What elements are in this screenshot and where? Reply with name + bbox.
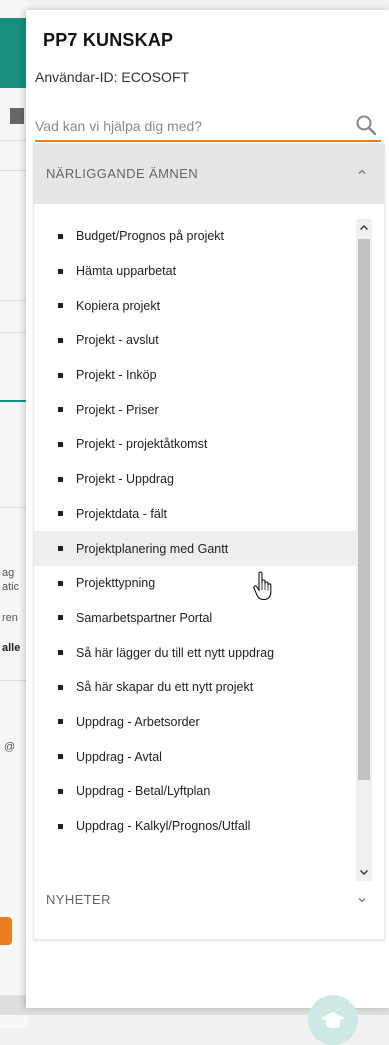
bullet-icon [58, 719, 63, 725]
topic-list-item[interactable]: Samarbetspartner Portal [34, 601, 356, 636]
topic-list-item[interactable]: Budget/Prognos på projekt [34, 219, 356, 254]
scroll-up-arrow-icon[interactable] [356, 219, 372, 237]
topic-list-item[interactable]: Projektplanering med Gantt [34, 531, 356, 566]
scrollbar-thumb[interactable] [358, 239, 370, 780]
bullet-icon [58, 407, 63, 413]
topic-link[interactable]: Projektdata - fält [76, 507, 167, 521]
background-orange-button [0, 917, 12, 945]
bullet-icon [58, 476, 63, 482]
bullet-icon [58, 303, 63, 309]
topics-card: NÄRLIGGANDE ÄMNEN Budget/Prognos på proj… [33, 143, 385, 940]
topic-list-item[interactable]: Så här skapar du ett nytt projekt [34, 670, 356, 705]
topic-list-item[interactable]: Uppdrag - Avtal [34, 739, 356, 774]
topic-link[interactable]: Projektplanering med Gantt [76, 542, 228, 556]
topic-list-item[interactable]: Så här lägger du till ett nytt uppdrag [34, 635, 356, 670]
related-topics-header[interactable]: NÄRLIGGANDE ÄMNEN [34, 144, 384, 204]
topic-list-item[interactable]: Projekt - projektåtkomst [34, 427, 356, 462]
search-box [35, 114, 381, 142]
news-section-title[interactable]: NYHETER [46, 892, 111, 907]
topic-list-item[interactable]: Projekttypning [34, 566, 356, 601]
topic-link[interactable]: Uppdrag - Arbetsorder [76, 715, 200, 729]
topic-list-item[interactable]: Projekt - Inköp [34, 358, 356, 393]
divider [0, 507, 28, 508]
topic-link[interactable]: Så här skapar du ett nytt projekt [76, 680, 253, 694]
bullet-icon [58, 441, 63, 447]
related-topics-title: NÄRLIGGANDE ÄMNEN [46, 166, 198, 181]
bullet-icon [58, 546, 63, 552]
topic-link[interactable]: Uppdrag - Betal/Lyftplan [76, 784, 210, 798]
topic-link[interactable]: Projekt - avslut [76, 333, 159, 347]
search-icon[interactable] [355, 114, 377, 136]
divider [0, 170, 28, 171]
background-text: alle [2, 642, 21, 654]
bullet-icon [58, 268, 63, 274]
background-header-bar [0, 18, 28, 88]
topic-link[interactable]: Budget/Prognos på projekt [76, 229, 224, 243]
related-topics-list-area: Budget/Prognos på projekt Hämta upparbeta… [34, 219, 384, 881]
bullet-icon [58, 684, 63, 690]
panel-title: PP7 KUNSKAP [43, 30, 174, 50]
scrollbar[interactable] [356, 219, 372, 881]
topic-link[interactable]: Projekt - Uppdrag [76, 472, 174, 486]
topic-list-item[interactable]: Uppdrag - Betal/Lyftplan [34, 774, 356, 809]
topic-link[interactable]: Så här lägger du till ett nytt uppdrag [76, 646, 274, 660]
topic-list-item[interactable]: Hämta upparbetat [34, 254, 356, 289]
topic-link[interactable]: Uppdrag - Avtal [76, 750, 162, 764]
divider [0, 300, 28, 301]
topic-list-item[interactable]: Uppdrag - Kalkyl/Prognos/Utfall [34, 809, 356, 844]
topic-link[interactable]: Hämta upparbetat [76, 264, 176, 278]
topic-list-item[interactable]: Projekt - Uppdrag [34, 462, 356, 497]
background-app: ag atic ren alle @ [0, 0, 28, 1028]
bullet-icon [58, 233, 63, 239]
topic-link[interactable]: Projekt - projektåtkomst [76, 437, 207, 451]
topic-list-item[interactable]: Kopiera projekt [34, 288, 356, 323]
topic-link[interactable]: Samarbetspartner Portal [76, 611, 212, 625]
chevron-up-icon[interactable] [356, 166, 368, 178]
search-input[interactable] [35, 116, 335, 136]
bullet-icon [58, 511, 63, 517]
topic-link[interactable]: Projekt - Inköp [76, 368, 157, 382]
topic-link[interactable]: Kopiera projekt [76, 299, 160, 313]
bullet-icon [58, 580, 63, 586]
bullet-icon [58, 650, 63, 656]
bullet-icon [58, 615, 63, 621]
divider [0, 400, 28, 402]
topic-link[interactable]: Projekt - Priser [76, 403, 159, 417]
topic-list-item[interactable]: Projekt - avslut [34, 323, 356, 358]
document-icon [10, 108, 24, 124]
bullet-icon [58, 337, 63, 343]
bullet-icon [58, 754, 63, 760]
background-text: @ [4, 741, 16, 753]
topic-list-item[interactable]: Projektdata - fält [34, 497, 356, 532]
hand-pointer-icon [253, 571, 272, 601]
scroll-down-arrow-icon[interactable] [356, 863, 372, 881]
background-text: ren [2, 612, 18, 624]
help-launcher-button[interactable] [308, 995, 358, 1045]
divider [0, 140, 28, 141]
graduation-cap-icon [321, 1012, 345, 1028]
related-topics-list: Budget/Prognos på projekt Hämta upparbeta… [34, 219, 356, 843]
chevron-down-icon[interactable] [356, 894, 368, 906]
user-id-label: Användar-ID: ECOSOFT [35, 69, 190, 85]
topic-link[interactable]: Projekttypning [76, 576, 155, 590]
bullet-icon [58, 372, 63, 378]
bullet-icon [58, 823, 63, 829]
divider [0, 332, 28, 333]
bullet-icon [58, 788, 63, 794]
help-panel: PP7 KUNSKAP Användar-ID: ECOSOFT NÄRLIGG… [26, 10, 389, 1008]
topic-link[interactable]: Uppdrag - Kalkyl/Prognos/Utfall [76, 819, 250, 833]
divider [0, 680, 28, 681]
background-text: ag [2, 567, 15, 579]
background-text: atic [2, 581, 20, 593]
topic-list-item[interactable]: Projekt - Priser [34, 392, 356, 427]
topic-list-item[interactable]: Uppdrag - Arbetsorder [34, 705, 356, 740]
